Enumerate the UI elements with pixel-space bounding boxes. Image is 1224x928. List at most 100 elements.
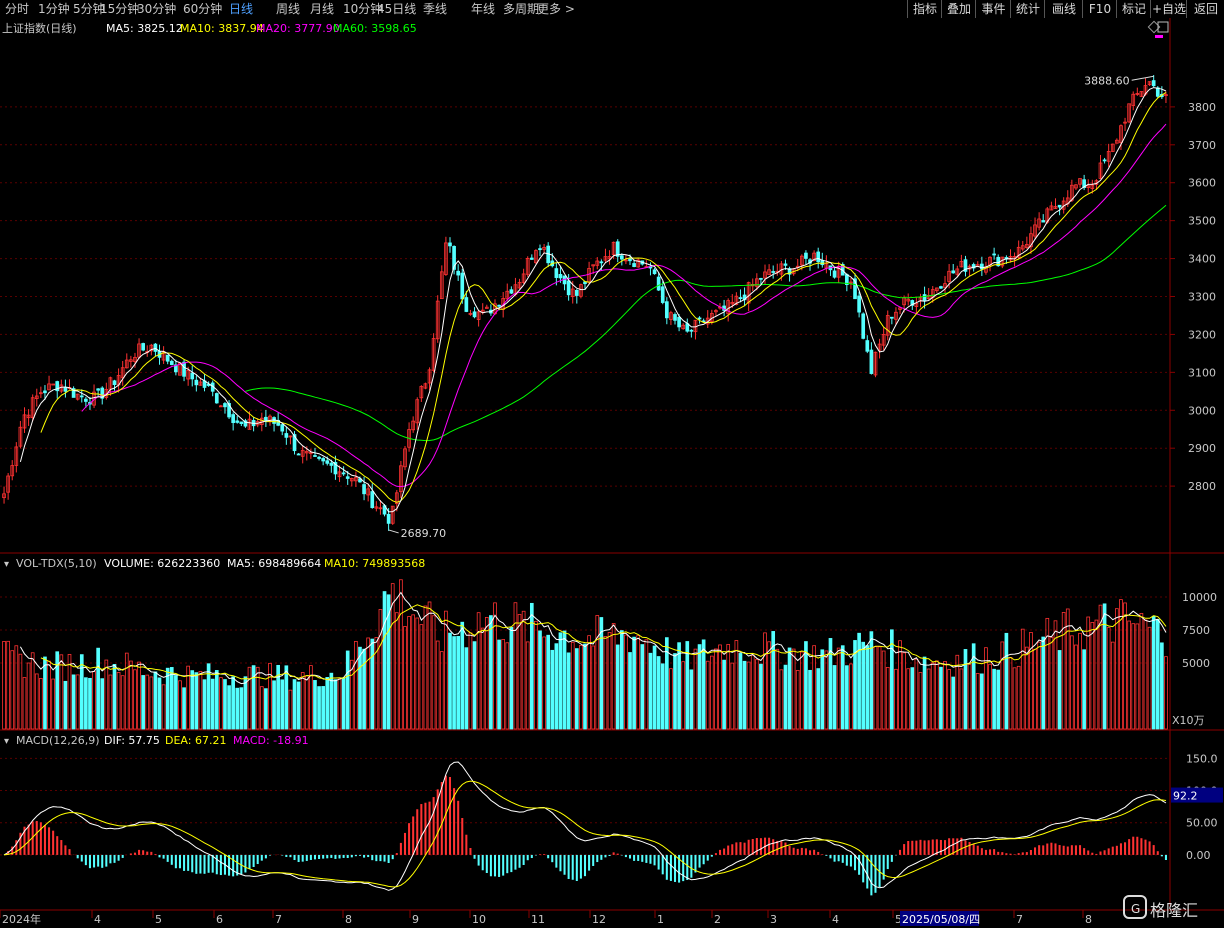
toolbar-button-6[interactable]: 标记 [1116,0,1151,18]
candle-body [820,259,825,266]
candle-body [783,263,788,266]
period-tab-1[interactable]: 1分钟 [38,1,70,17]
candle-body [992,253,996,256]
macd-tick-label: 0.00 [1186,849,1211,862]
volume-bar [685,641,690,730]
volume-bar [284,665,289,730]
volume-bar [79,654,84,730]
volume-bar [554,643,559,730]
volume-bar [55,651,60,730]
candle-body [182,361,186,377]
candle-body [165,354,170,362]
volume-bar [448,632,452,730]
candle-body [296,453,301,456]
candle-body [509,289,514,294]
volume-bar [820,649,825,730]
volume-bar [738,653,743,730]
candle-body [689,329,694,332]
volume-unit-label: X10万 [1172,714,1205,727]
toolbar-button-8[interactable]: 返回 [1186,0,1224,18]
volume-bar [280,679,285,730]
period-tab-6[interactable]: 日线 [229,1,253,17]
candle-body [832,270,837,278]
period-tab-8[interactable]: 月线 [310,1,334,17]
candle-body [922,294,927,301]
toolbar-button-0[interactable]: 指标 [907,0,942,18]
volume-bar [264,688,268,730]
candle-body [313,455,317,457]
volume-bar [341,677,346,730]
candle-body [857,295,861,313]
volume-bar [1057,650,1062,730]
candle-body [656,276,661,291]
xaxis-label: 9 [412,913,419,926]
volume-bar [292,679,297,730]
candle-body [529,257,534,260]
period-tab-12[interactable]: 年线 [471,1,495,17]
candlestick-chart[interactable]: 3800 3700 3600 3500 3400 3300 3200 3100 3000 2900… [0,18,1224,928]
volume-value: VOLUME: 626223360 [104,557,220,570]
volume-bar [345,650,350,730]
volume-bar [1041,636,1046,730]
period-tab-3[interactable]: 15分钟 [100,1,139,17]
period-tab-11[interactable]: 季线 [423,1,447,17]
price-tick-label: 3300 [1188,291,1216,304]
volume-bar [783,664,788,730]
toolbar-button-4[interactable]: 画线 [1044,0,1083,18]
volume-bar [697,644,702,730]
volume-bar [615,644,620,730]
volume-bar [583,643,587,730]
period-tab-13[interactable]: 多周期 [503,1,539,17]
period-tab-5[interactable]: 60分钟 [183,1,222,17]
volume-bar [869,631,874,730]
volume-bar [452,636,456,730]
volume-panel-title: VOL-TDX(5,10) [16,557,97,570]
watermark-logo-letter: G [1131,902,1140,916]
toolbar-button-2[interactable]: 事件 [975,0,1011,18]
candle-body [96,388,100,391]
volume-bar [84,677,88,730]
volume-bar [235,687,240,730]
candle-body [619,255,624,260]
volume-bar [321,686,325,730]
volume-bar [100,678,105,730]
candle-body [660,286,665,303]
volume-bar [333,679,338,730]
volume-bar [460,621,465,730]
toolbar-button-1[interactable]: 叠加 [941,0,976,18]
candle-body [869,349,874,374]
volume-bar [456,635,461,730]
volume-bar [1155,619,1160,730]
volume-bar [370,638,375,730]
volume-bar [223,679,227,730]
candle-body [628,258,632,262]
toolbar-button-3[interactable]: 统计 [1010,0,1045,18]
volume-bar [243,676,248,730]
date-highlight-label: 2025/05/08/四 [902,913,980,926]
toolbar-button-7[interactable]: +自选 [1150,0,1187,18]
xaxis-label: 11 [531,913,545,926]
volume-bar [174,675,178,730]
period-tab-4[interactable]: 30分钟 [137,1,176,17]
candle-body [566,280,571,296]
volume-bar [96,647,100,730]
candle-body [558,273,563,279]
period-tab-10[interactable]: 45日线 [377,1,416,17]
volume-bar [652,645,657,730]
macd-tick-label: 150.0 [1186,752,1218,765]
period-tab-7[interactable]: 周线 [276,1,300,17]
volume-bar [992,668,996,730]
volume-bar [1004,632,1009,730]
volume-bar [1160,642,1164,730]
volume-bar [239,687,244,730]
candle-body [804,252,808,259]
candle-body [329,462,334,466]
volume-bar [489,615,493,730]
period-tab-14[interactable]: 更多 > [537,1,575,17]
candle-body [497,304,501,307]
candle-body [632,263,636,267]
period-tab-0[interactable]: 分时 [5,1,29,17]
volume-bar [574,648,579,730]
volume-bar [742,660,747,730]
toolbar-button-5[interactable]: F10 [1082,0,1117,18]
